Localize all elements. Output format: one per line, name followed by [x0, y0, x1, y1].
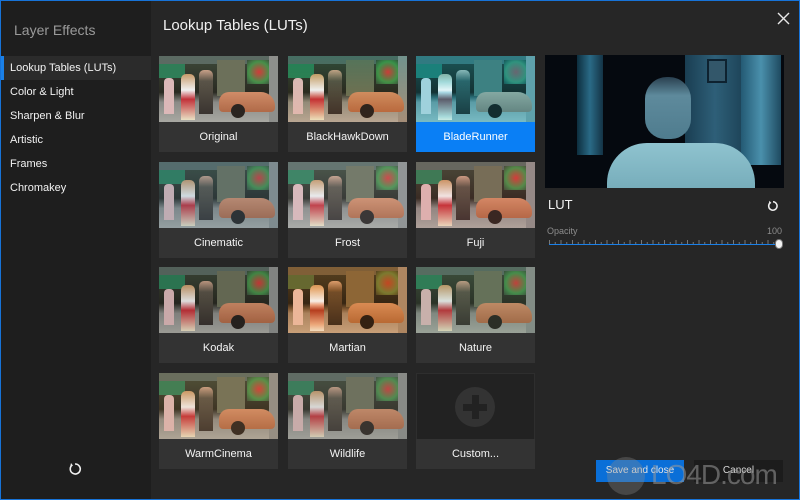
page-title: Lookup Tables (LUTs): [163, 17, 308, 34]
lut-tint-overlay: [288, 56, 407, 122]
lut-tile-martian[interactable]: Martian: [288, 267, 407, 363]
opacity-slider[interactable]: [547, 237, 784, 251]
reset-icon[interactable]: [68, 462, 82, 476]
sidebar-item-sharpen-blur[interactable]: Sharpen & Blur: [1, 104, 151, 128]
lut-tile-fuji[interactable]: Fuji: [416, 162, 535, 258]
lut-label: WarmCinema: [185, 448, 252, 460]
sidebar-item-frames[interactable]: Frames: [1, 152, 151, 176]
lut-thumbnail: [416, 162, 535, 228]
lut-label: Nature: [458, 342, 493, 354]
lut-thumbnail: [416, 267, 535, 333]
lut-tint-overlay: [416, 162, 535, 228]
lut-tile-frost[interactable]: Frost: [288, 162, 407, 258]
lut-thumbnail: [159, 373, 278, 439]
close-icon: [777, 12, 790, 25]
lut-tile-cinematic[interactable]: Cinematic: [159, 162, 278, 258]
lut-tint-overlay: [159, 267, 278, 333]
lut-tile-custom[interactable]: Custom...: [416, 373, 535, 469]
street-scene-image: [288, 56, 407, 122]
lut-thumbnail: [159, 267, 278, 333]
slider-track: [549, 244, 779, 245]
lut-label: BlackHawkDown: [306, 131, 389, 143]
lut-thumbnail: [416, 56, 535, 122]
lut-tint-overlay: [288, 373, 407, 439]
sidebar-item-luts[interactable]: Lookup Tables (LUTs): [1, 56, 151, 80]
sidebar-item-artistic[interactable]: Artistic: [1, 128, 151, 152]
preview-picture-frame: [707, 59, 727, 83]
lut-thumbnail: [288, 56, 407, 122]
opacity-label: Opacity: [547, 226, 578, 236]
preview-person-body: [607, 143, 755, 188]
street-scene-image: [288, 373, 407, 439]
street-scene-image: [159, 373, 278, 439]
street-scene-image: [159, 56, 278, 122]
lut-tint-overlay: [416, 56, 535, 122]
lut-thumbnail: [159, 162, 278, 228]
lut-tint-overlay: [159, 56, 278, 122]
street-scene-image: [416, 162, 535, 228]
lut-label: Cinematic: [194, 237, 243, 249]
street-scene-image: [288, 162, 407, 228]
lut-thumbnail: [416, 373, 535, 439]
lut-reset-button[interactable]: [767, 199, 779, 211]
lut-tile-bladerunner[interactable]: BladeRunner: [416, 56, 535, 152]
sidebar-title: Layer Effects: [14, 22, 96, 38]
lut-tile-original[interactable]: Original: [159, 56, 278, 152]
lut-label: Fuji: [466, 237, 485, 249]
lut-label: Custom...: [451, 448, 500, 460]
lut-tile-kodak[interactable]: Kodak: [159, 267, 278, 363]
plus-icon: [455, 387, 495, 427]
street-scene-image: [159, 267, 278, 333]
lut-label: Frost: [334, 237, 361, 249]
opacity-value: 100: [767, 226, 783, 236]
preview-curtain: [577, 55, 603, 155]
lut-tile-wildlife[interactable]: Wildlife: [288, 373, 407, 469]
slider-thumb[interactable]: [775, 239, 783, 249]
lut-tint-overlay: [288, 267, 407, 333]
lut-label: Wildlife: [329, 448, 366, 460]
lut-tint-overlay: [159, 373, 278, 439]
sidebar-item-chromakey[interactable]: Chromakey: [1, 176, 151, 200]
save-and-close-button[interactable]: Save and close: [596, 460, 684, 482]
lut-tile-warmcinema[interactable]: WarmCinema: [159, 373, 278, 469]
lut-label: Martian: [329, 342, 366, 354]
preview-curtain: [741, 55, 781, 165]
lut-thumbnail: [288, 267, 407, 333]
street-scene-image: [288, 267, 407, 333]
sidebar: Layer Effects Lookup Tables (LUTs) Color…: [1, 1, 151, 499]
close-button[interactable]: [773, 9, 793, 29]
street-scene-image: [416, 267, 535, 333]
cancel-button[interactable]: Cancel: [694, 460, 783, 482]
lut-tile-blackhawkdown[interactable]: BlackHawkDown: [288, 56, 407, 152]
lut-label: Original: [199, 131, 238, 143]
lut-label: Kodak: [202, 342, 235, 354]
lut-tint-overlay: [159, 162, 278, 228]
sidebar-nav: Lookup Tables (LUTs) Color & Light Sharp…: [1, 56, 151, 200]
layer-effects-dialog: Layer Effects Lookup Tables (LUTs) Color…: [0, 0, 800, 500]
lut-thumbnail: [288, 162, 407, 228]
preview-image: [545, 55, 784, 188]
lut-tile-nature[interactable]: Nature: [416, 267, 535, 363]
properties-title: LUT: [548, 197, 573, 212]
preview-person-head: [645, 77, 691, 139]
street-scene-image: [159, 162, 278, 228]
lut-tint-overlay: [288, 162, 407, 228]
lut-label: BladeRunner: [416, 122, 535, 152]
lut-tint-overlay: [416, 267, 535, 333]
sidebar-item-color-light[interactable]: Color & Light: [1, 80, 151, 104]
lut-thumbnail: [288, 373, 407, 439]
street-scene-image: [416, 56, 535, 122]
lut-thumbnail: [159, 56, 278, 122]
reset-icon: [767, 200, 778, 211]
